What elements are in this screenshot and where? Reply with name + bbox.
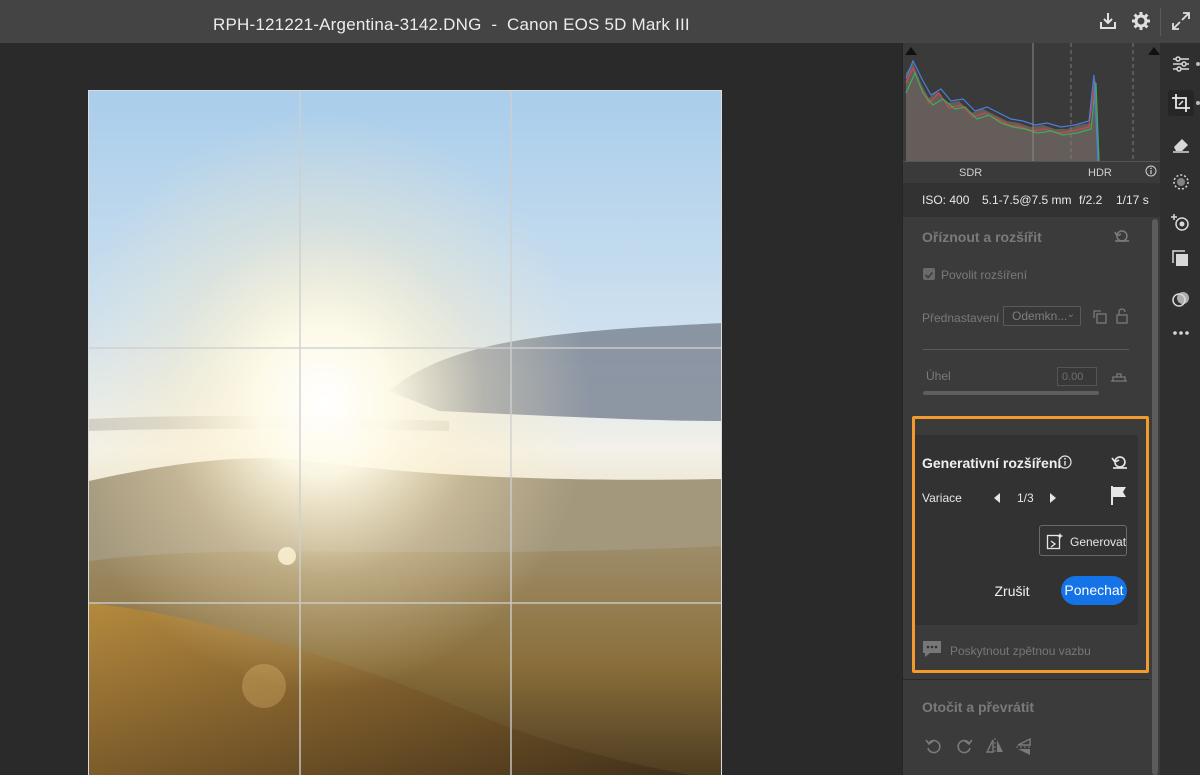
presets-icon[interactable] — [1168, 246, 1194, 272]
allow-expand-checkbox[interactable] — [923, 268, 935, 280]
lock-icon[interactable] — [1115, 308, 1129, 329]
angle-label: Úhel — [926, 369, 951, 383]
generative-expand-highlight — [912, 416, 1149, 673]
exif-shutter: 1/17 s — [1116, 193, 1149, 207]
gear-icon[interactable] — [1127, 8, 1155, 34]
exif-lens: 5.1-7.5@7.5 mm — [982, 193, 1072, 207]
masking-icon[interactable] — [1168, 169, 1194, 195]
preset-select[interactable]: Odemkn... ⌄ — [1003, 306, 1081, 326]
preset-label: Přednastavení — [922, 311, 1000, 325]
photo-preview[interactable] — [88, 90, 722, 775]
histogram-labels: SDR HDR — [903, 161, 1161, 183]
crop-divider — [923, 349, 1129, 350]
rotate-right-icon[interactable] — [955, 737, 973, 760]
flip-horizontal-icon[interactable] — [985, 737, 1005, 760]
window-title: RPH-121221-Argentina-3142.DNG - Canon EO… — [213, 15, 690, 34]
eraser-icon[interactable] — [1168, 131, 1194, 157]
rail-indicator — [1196, 101, 1200, 105]
edit-sliders-icon[interactable] — [1168, 51, 1194, 77]
section-divider — [903, 679, 1149, 680]
more-icon[interactable] — [1168, 320, 1194, 346]
crop-icon[interactable] — [1168, 90, 1194, 116]
panel-scrollbar[interactable] — [1150, 219, 1159, 775]
rail-indicator — [1196, 62, 1200, 66]
chevron-down-icon: ⌄ — [1066, 309, 1075, 320]
red-eye-icon[interactable] — [1168, 209, 1194, 235]
tool-rail — [1160, 43, 1200, 775]
rotate-left-icon[interactable] — [925, 737, 943, 760]
hdr-label: HDR — [1088, 167, 1112, 179]
allow-expand-label: Povolit rozšíření — [941, 268, 1028, 282]
preset-value: Odemkn... — [1012, 309, 1068, 323]
exif-aperture: f/2.2 — [1079, 193, 1103, 207]
snapshots-icon[interactable] — [1168, 286, 1194, 312]
scrollbar-thumb[interactable] — [1152, 219, 1158, 775]
crop-reset-icon[interactable] — [1114, 229, 1130, 248]
toolbar-separator — [1160, 8, 1161, 36]
exif-iso: ISO: 400 — [922, 193, 970, 207]
sdr-label: SDR — [959, 167, 983, 179]
crop-section-title[interactable]: Oříznout a rozšířit — [922, 229, 1042, 245]
exif-info: ISO: 400 5.1-7.5@7.5 mm f/2.2 1/17 s — [903, 183, 1161, 217]
angle-input[interactable]: 0.00 — [1057, 367, 1097, 386]
flip-vertical-icon[interactable] — [1015, 737, 1033, 762]
angle-slider[interactable] — [923, 391, 1099, 395]
image-canvas[interactable] — [0, 43, 902, 775]
edit-panel: SDR HDR ISO: 400 5.1-7.5@7.5 mm f/2.2 1/… — [902, 43, 1161, 775]
info-icon[interactable] — [1145, 165, 1157, 180]
fullscreen-icon[interactable] — [1167, 8, 1195, 34]
straighten-tool-icon[interactable] — [1109, 369, 1129, 390]
swap-orientation-icon[interactable] — [1092, 309, 1108, 330]
rotate-section-title[interactable]: Otočit a převrátit — [922, 699, 1034, 715]
export-icon[interactable] — [1094, 8, 1122, 34]
title-bar: RPH-121221-Argentina-3142.DNG - Canon EO… — [0, 0, 1200, 43]
